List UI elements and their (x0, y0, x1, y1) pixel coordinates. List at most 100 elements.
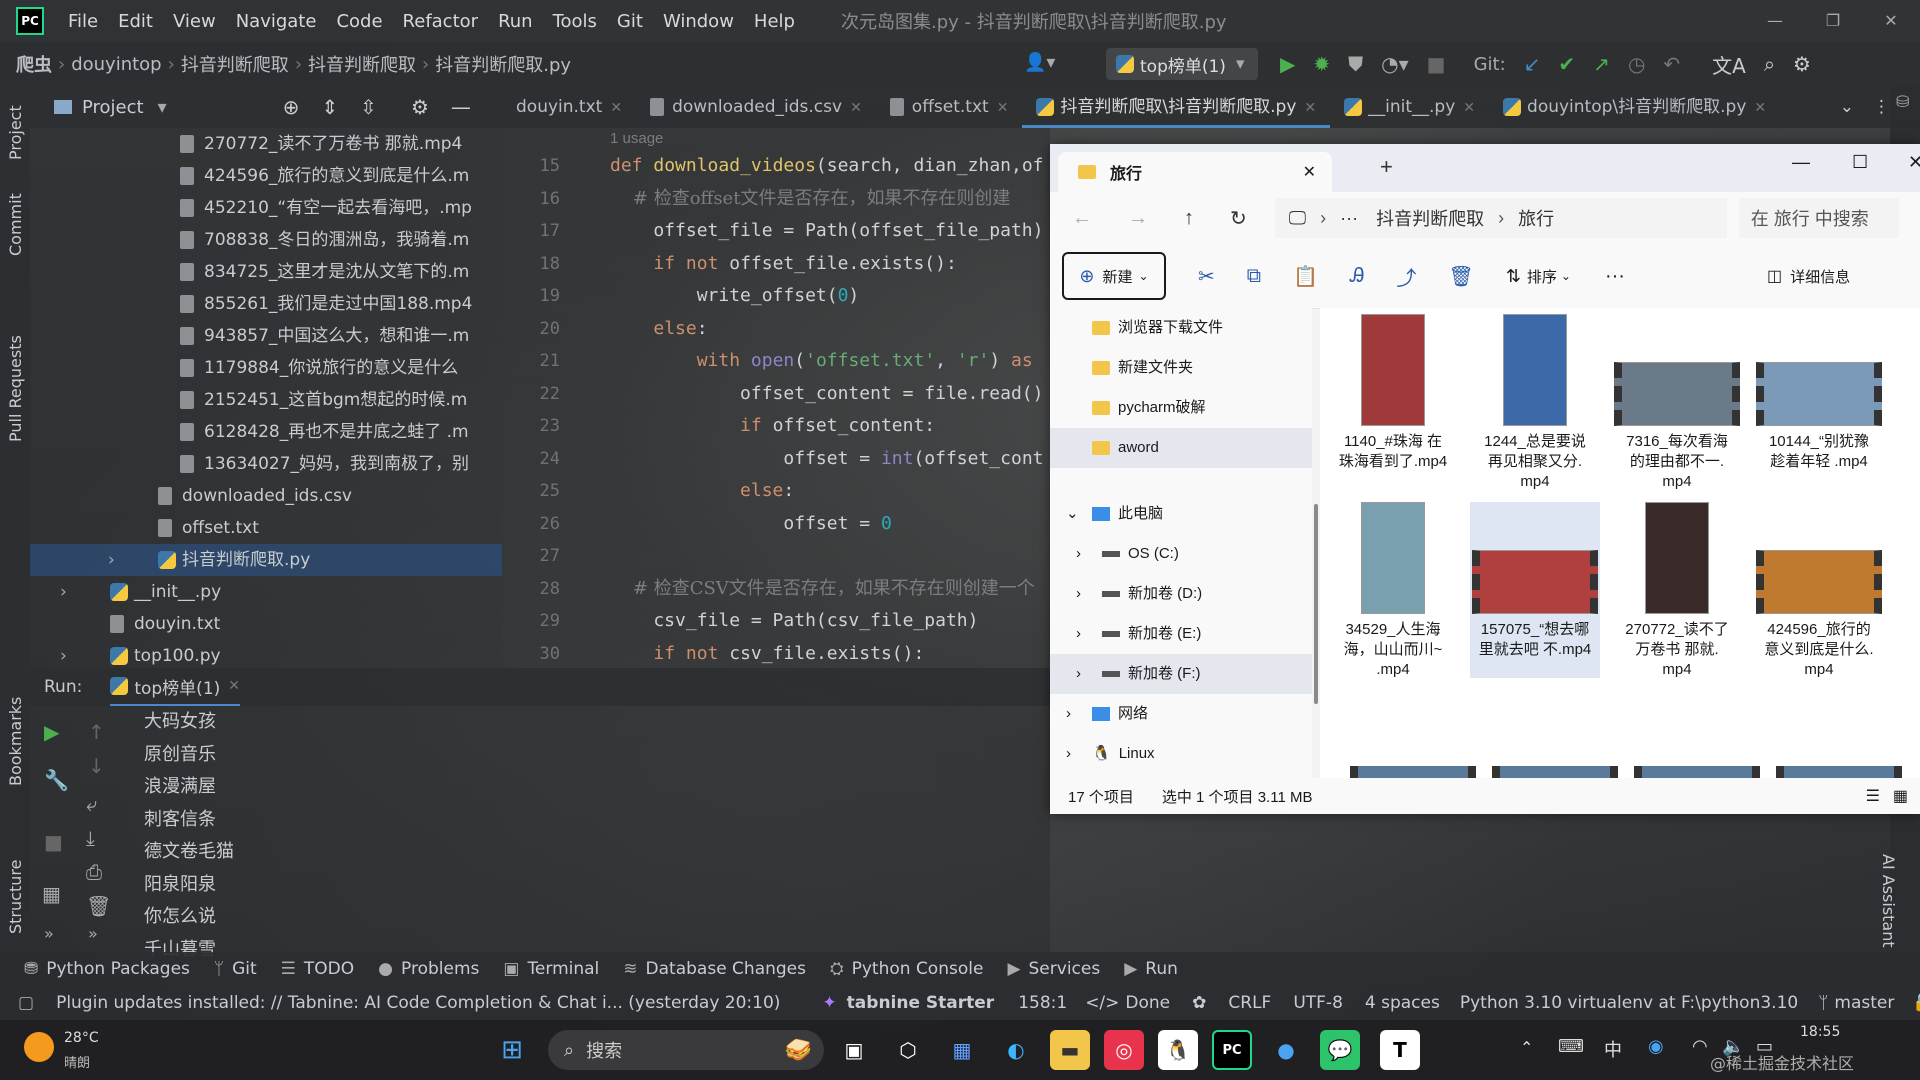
ime-indicator[interactable]: 中 (1604, 1036, 1622, 1062)
qq-icon[interactable]: 🐧 (1158, 1030, 1198, 1070)
wifi-icon[interactable]: ◠ (1692, 1036, 1708, 1057)
tool-window-terminal[interactable]: ▣ Terminal (503, 959, 599, 979)
tabnine-status[interactable]: tabnine Starter (847, 993, 995, 1013)
chevron-right-icon[interactable]: › (60, 576, 67, 608)
menu-item-tools[interactable]: Tools (543, 11, 607, 32)
chevron-right-icon[interactable]: › (1066, 734, 1071, 774)
run-tab[interactable]: top榜单(1) ✕ (110, 668, 241, 706)
menu-item-help[interactable]: Help (744, 11, 805, 32)
menu-item-code[interactable]: Code (326, 11, 392, 32)
more-icon[interactable]: » (44, 924, 54, 943)
tray-chevron-icon[interactable]: ⌃ (1520, 1038, 1533, 1057)
editor-tab[interactable]: douyintop\抖音判断爬取.py ✕ (1489, 86, 1780, 128)
file-thumbnail[interactable]: 1140_#珠海 在珠海看到了.mp4 (1328, 314, 1458, 490)
tool-window-git[interactable]: ᛘ Git (214, 959, 257, 979)
search-icon[interactable]: ⌕ (1764, 52, 1775, 76)
menu-item-file[interactable]: File (58, 11, 108, 32)
editor-tab[interactable]: offset.txt ✕ (876, 86, 1023, 128)
tool-window-database-changes[interactable]: ≋ Database Changes (623, 959, 806, 979)
file-explorer-icon[interactable]: ▬ (1050, 1030, 1090, 1070)
console-line[interactable]: 你怎么说 (144, 901, 234, 934)
sort-button[interactable]: ⇅ 排序 ⌄ (1506, 266, 1571, 287)
done-status[interactable]: Done (1125, 993, 1170, 1013)
file-thumbnail[interactable]: 10144_“别犹豫 趁着年轻 .mp4 (1754, 314, 1884, 490)
console-line[interactable]: 阳泉阳泉 (144, 869, 234, 902)
project-tree-item[interactable]: 13634027_妈妈，我到南极了，别 (30, 448, 502, 480)
editor-tab[interactable]: 抖音判断爬取\抖音判断爬取.py ✕ (1022, 86, 1331, 128)
explorer-nav-item[interactable]: › 新加卷 (D:) (1050, 574, 1312, 614)
commit-tool-tab[interactable]: Commit (6, 193, 25, 256)
code-line[interactable]: offset_content = file.read() (610, 378, 1050, 411)
run-config-selector[interactable]: top榜单(1) ▾ (1106, 48, 1258, 80)
breadcrumb-item[interactable]: 抖音判断爬取 (175, 51, 295, 77)
video-thumbnail-image[interactable] (1634, 766, 1760, 778)
status-message[interactable]: Plugin updates installed: // Tabnine: AI… (56, 993, 780, 1013)
explorer-nav-item[interactable]: › 新加卷 (E:) (1050, 614, 1312, 654)
project-tree-item[interactable]: 834725_这里才是沈从文笔下的.m (30, 256, 502, 288)
print-icon[interactable]: ⎙ (86, 860, 102, 884)
copy-icon[interactable]: ⧉ (1247, 265, 1261, 288)
tool-window-services[interactable]: ▶ Services (1007, 959, 1100, 979)
tray-app-icon[interactable]: ◉ (1648, 1036, 1664, 1057)
project-tree-item[interactable]: offset.txt (30, 512, 502, 544)
tool-window-todo[interactable]: ☰ TODO (281, 959, 355, 979)
stop-icon[interactable]: ■ (1427, 52, 1446, 76)
project-tree-item[interactable]: 855261_我们是走过中国188.mp4 (30, 288, 502, 320)
video-thumbnail-image[interactable] (1350, 766, 1476, 778)
project-tree-item[interactable]: 943857_中国这么大，想和谁一.m (30, 320, 502, 352)
more-icon[interactable]: » (88, 924, 98, 943)
chevron-right-icon[interactable]: › (1076, 574, 1081, 614)
explorer-nav-item[interactable]: › 新加卷 (F:) (1050, 654, 1312, 694)
video-thumbnail-image[interactable] (1776, 766, 1902, 778)
collapse-all-icon[interactable]: ⇳ (360, 95, 377, 119)
arrow-down-icon[interactable]: ↓ (88, 754, 105, 778)
project-tree-item[interactable]: 424596_旅行的意义到底是什么.m (30, 160, 502, 192)
editor-tab[interactable]: __init__.py ✕ (1330, 86, 1489, 128)
menu-item-git[interactable]: Git (607, 11, 653, 32)
structure-tool-tab[interactable]: Structure (6, 860, 25, 934)
translate-icon[interactable]: 文A (1712, 50, 1746, 79)
code-line[interactable]: offset_file = Path(offset_file_path) (610, 215, 1050, 248)
up-icon[interactable]: ↑ (1184, 207, 1194, 230)
wrench-icon[interactable]: 🔧 (44, 768, 69, 792)
path-segment[interactable]: 旅行 (1518, 205, 1554, 231)
details-view-icon[interactable]: ☰ (1866, 786, 1880, 806)
hide-panel-icon[interactable]: — (451, 95, 471, 119)
code-line[interactable]: write_offset(0) (610, 280, 1050, 313)
code-line[interactable]: # 检查CSV文件是否存在，如果不存在则创建一个 (610, 573, 1050, 606)
close-tab-icon[interactable]: ✕ (1303, 162, 1316, 182)
wechat-icon[interactable]: 💬 (1320, 1030, 1360, 1070)
tiles-view-icon[interactable]: ▦ (1893, 786, 1908, 806)
chevron-right-icon[interactable]: › (1076, 614, 1081, 654)
video-thumbnail-image[interactable] (1492, 766, 1618, 778)
close-tab-icon[interactable]: ✕ (1754, 100, 1766, 116)
explorer-nav-item[interactable]: 新建文件夹 (1050, 348, 1312, 388)
menu-item-navigate[interactable]: Navigate (226, 11, 327, 32)
close-tab-icon[interactable]: ✕ (1304, 100, 1316, 116)
code-line[interactable]: with open('offset.txt', 'r') as (610, 345, 1050, 378)
layout-icon[interactable]: ▦ (42, 882, 61, 906)
forward-icon[interactable]: → (1128, 207, 1148, 230)
explorer-nav-item[interactable]: aword (1050, 428, 1312, 468)
git-history-icon[interactable]: ◷ (1628, 52, 1645, 76)
breadcrumb-item[interactable]: 抖音判断爬取 (302, 51, 422, 77)
file-thumbnail[interactable]: 424596_旅行的 意义到底是什么. mp4 (1754, 502, 1884, 678)
console-line[interactable]: 德文卷毛猫 (144, 836, 234, 869)
soft-wrap-icon[interactable]: ⤶ (86, 792, 97, 816)
new-tab-icon[interactable]: + (1380, 154, 1393, 180)
close-tab-icon[interactable]: ✕ (610, 100, 622, 116)
nav-scrollbar[interactable] (1314, 504, 1318, 704)
usage-hint[interactable]: 1 usage (610, 128, 1050, 150)
path-segment[interactable]: 抖音判断爬取 (1376, 205, 1484, 231)
settings-gear-icon[interactable]: ⚙ (1793, 52, 1811, 76)
weather-temperature[interactable]: 28°C (64, 1030, 99, 1046)
menu-item-view[interactable]: View (163, 11, 226, 32)
gear-icon[interactable]: ⚙ (411, 95, 429, 119)
caret-position[interactable]: 158:1 (1018, 993, 1067, 1013)
code-line[interactable]: if not offset_file.exists(): (610, 248, 1050, 281)
minimize-icon[interactable]: — (1792, 152, 1810, 173)
git-push-icon[interactable]: ↗ (1593, 52, 1610, 76)
project-tree-item[interactable]: 2152451_这首bgm想起的时候.m (30, 384, 502, 416)
code-content[interactable]: 1 usage def download_videos(search, dian_… (610, 128, 1050, 668)
explorer-tab[interactable]: 旅行 ✕ (1058, 152, 1332, 192)
